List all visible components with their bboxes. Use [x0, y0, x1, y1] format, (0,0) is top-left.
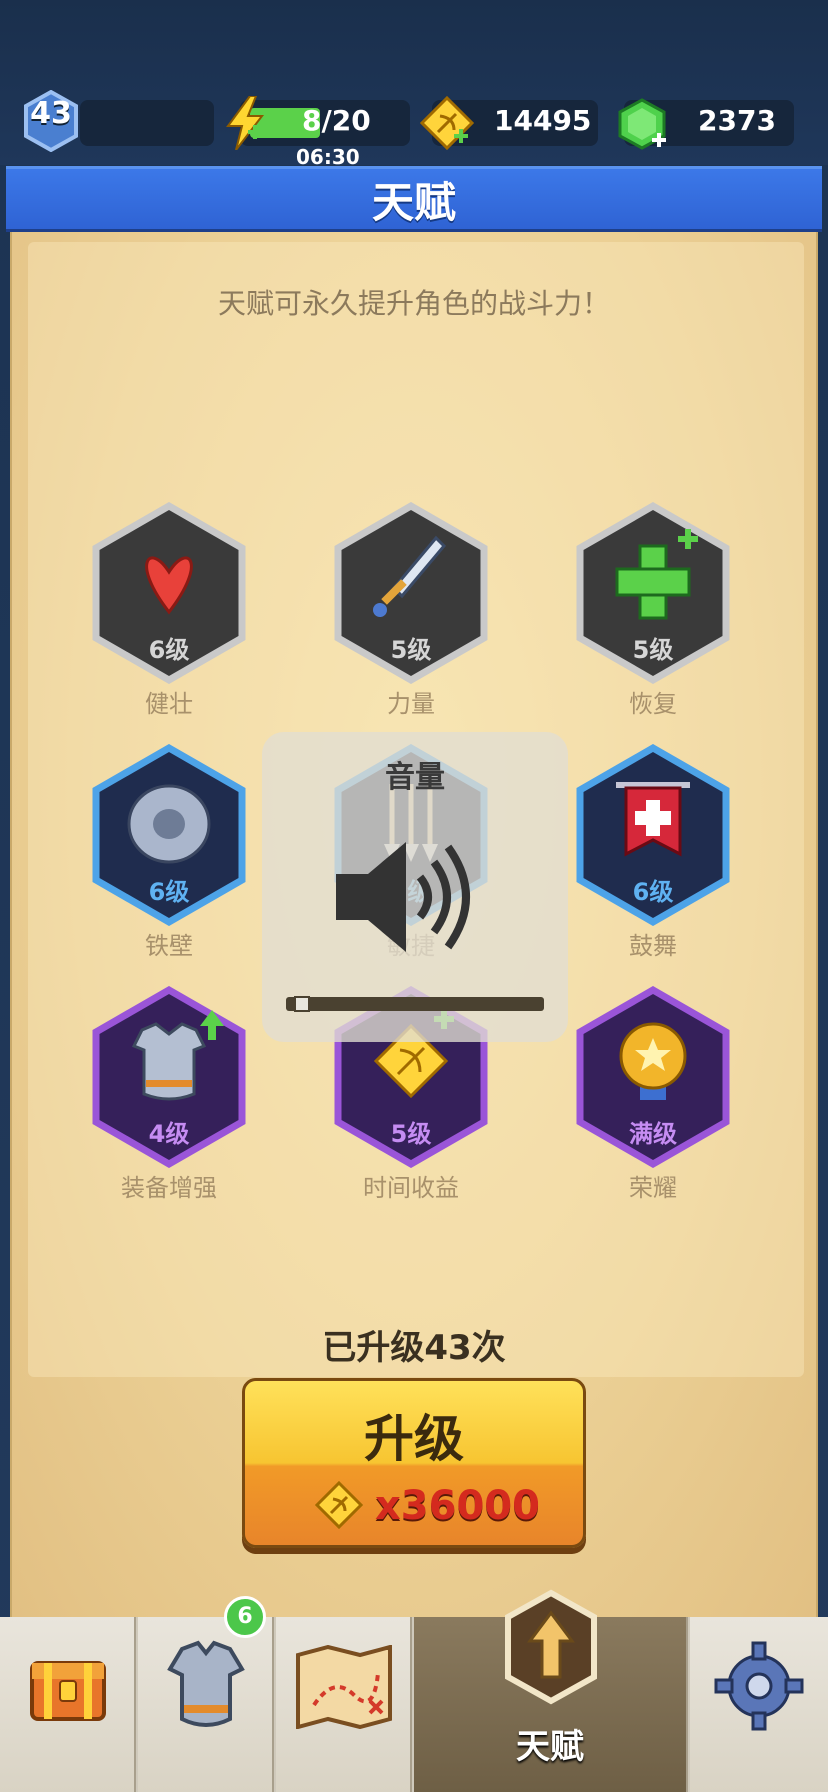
talent-level: 满级: [629, 1120, 677, 1148]
talent-name: 恢复: [629, 690, 677, 718]
lightning-icon: [226, 96, 265, 150]
volume-knob[interactable]: [293, 996, 310, 1012]
equipment-notification-badge: 6: [224, 1596, 266, 1638]
gold-bow-icon: [420, 96, 474, 150]
talent-name: 力量: [387, 690, 435, 718]
talent-level: 6级: [148, 636, 190, 664]
nav-map[interactable]: [276, 1617, 412, 1792]
talent-3[interactable]: 5级恢复: [568, 502, 738, 732]
talent-level: 5级: [632, 636, 674, 664]
talent-name: 健壮: [145, 690, 193, 718]
talent-level: 5级: [390, 636, 432, 664]
nav-settings[interactable]: [690, 1617, 828, 1792]
talent-6[interactable]: 6级鼓舞: [568, 744, 738, 974]
page-title-bar: 天赋: [6, 166, 822, 232]
player-level: 43: [30, 96, 72, 131]
talent-level: 4级: [148, 1120, 190, 1148]
energy-value: 8/20: [302, 104, 371, 137]
nav-equipment[interactable]: [138, 1617, 274, 1792]
nav-talent[interactable]: 天赋: [414, 1589, 688, 1792]
upgrade-cost: x36000: [375, 1483, 540, 1529]
gear-icon: [714, 1641, 804, 1731]
gold-bow-icon: [315, 1481, 363, 1529]
talent-name: 装备增强: [121, 1174, 217, 1202]
nav-chest[interactable]: [0, 1617, 136, 1792]
gold-value: 14495: [494, 104, 592, 137]
xp-bar: [80, 100, 214, 146]
bottom-nav: 天赋: [0, 1589, 828, 1792]
talent-name: 鼓舞: [629, 932, 677, 960]
talent-1[interactable]: 6级健壮: [84, 502, 254, 732]
upgrade-count: 已升级43次: [322, 1328, 506, 1368]
talent-4[interactable]: 6级铁壁: [84, 744, 254, 974]
volume-overlay: 音量: [262, 732, 568, 1042]
talent-level: 6级: [148, 878, 190, 906]
chest-icon: [30, 1661, 106, 1721]
volume-title: 音量: [385, 760, 445, 795]
talent-7[interactable]: 4级装备增强: [84, 986, 254, 1216]
talent-description: 天赋可永久提升角色的战斗力！: [217, 287, 610, 320]
map-icon: [296, 1645, 392, 1729]
talent-2[interactable]: 5级力量: [326, 502, 496, 732]
armor-icon: [167, 1640, 245, 1727]
page-title: 天赋: [371, 177, 456, 227]
volume-track[interactable]: [286, 997, 544, 1011]
upgrade-button[interactable]: 升级 x36000: [242, 1378, 586, 1548]
upgrade-button-label: 升级: [364, 1410, 464, 1468]
talent-level: 5级: [390, 1120, 432, 1148]
talent-arrow-icon: [505, 1589, 597, 1705]
talent-name: 铁壁: [145, 932, 193, 960]
talent-9[interactable]: 满级 荣耀: [568, 986, 738, 1216]
gem-icon: [618, 98, 666, 150]
nav-talent-label: 天赋: [516, 1727, 584, 1767]
talent-name: 时间收益: [363, 1174, 459, 1202]
gem-value: 2373: [698, 104, 776, 137]
talent-name: 荣耀: [629, 1174, 677, 1202]
talent-level: 6级: [632, 878, 674, 906]
speaker-icon: [336, 842, 470, 952]
